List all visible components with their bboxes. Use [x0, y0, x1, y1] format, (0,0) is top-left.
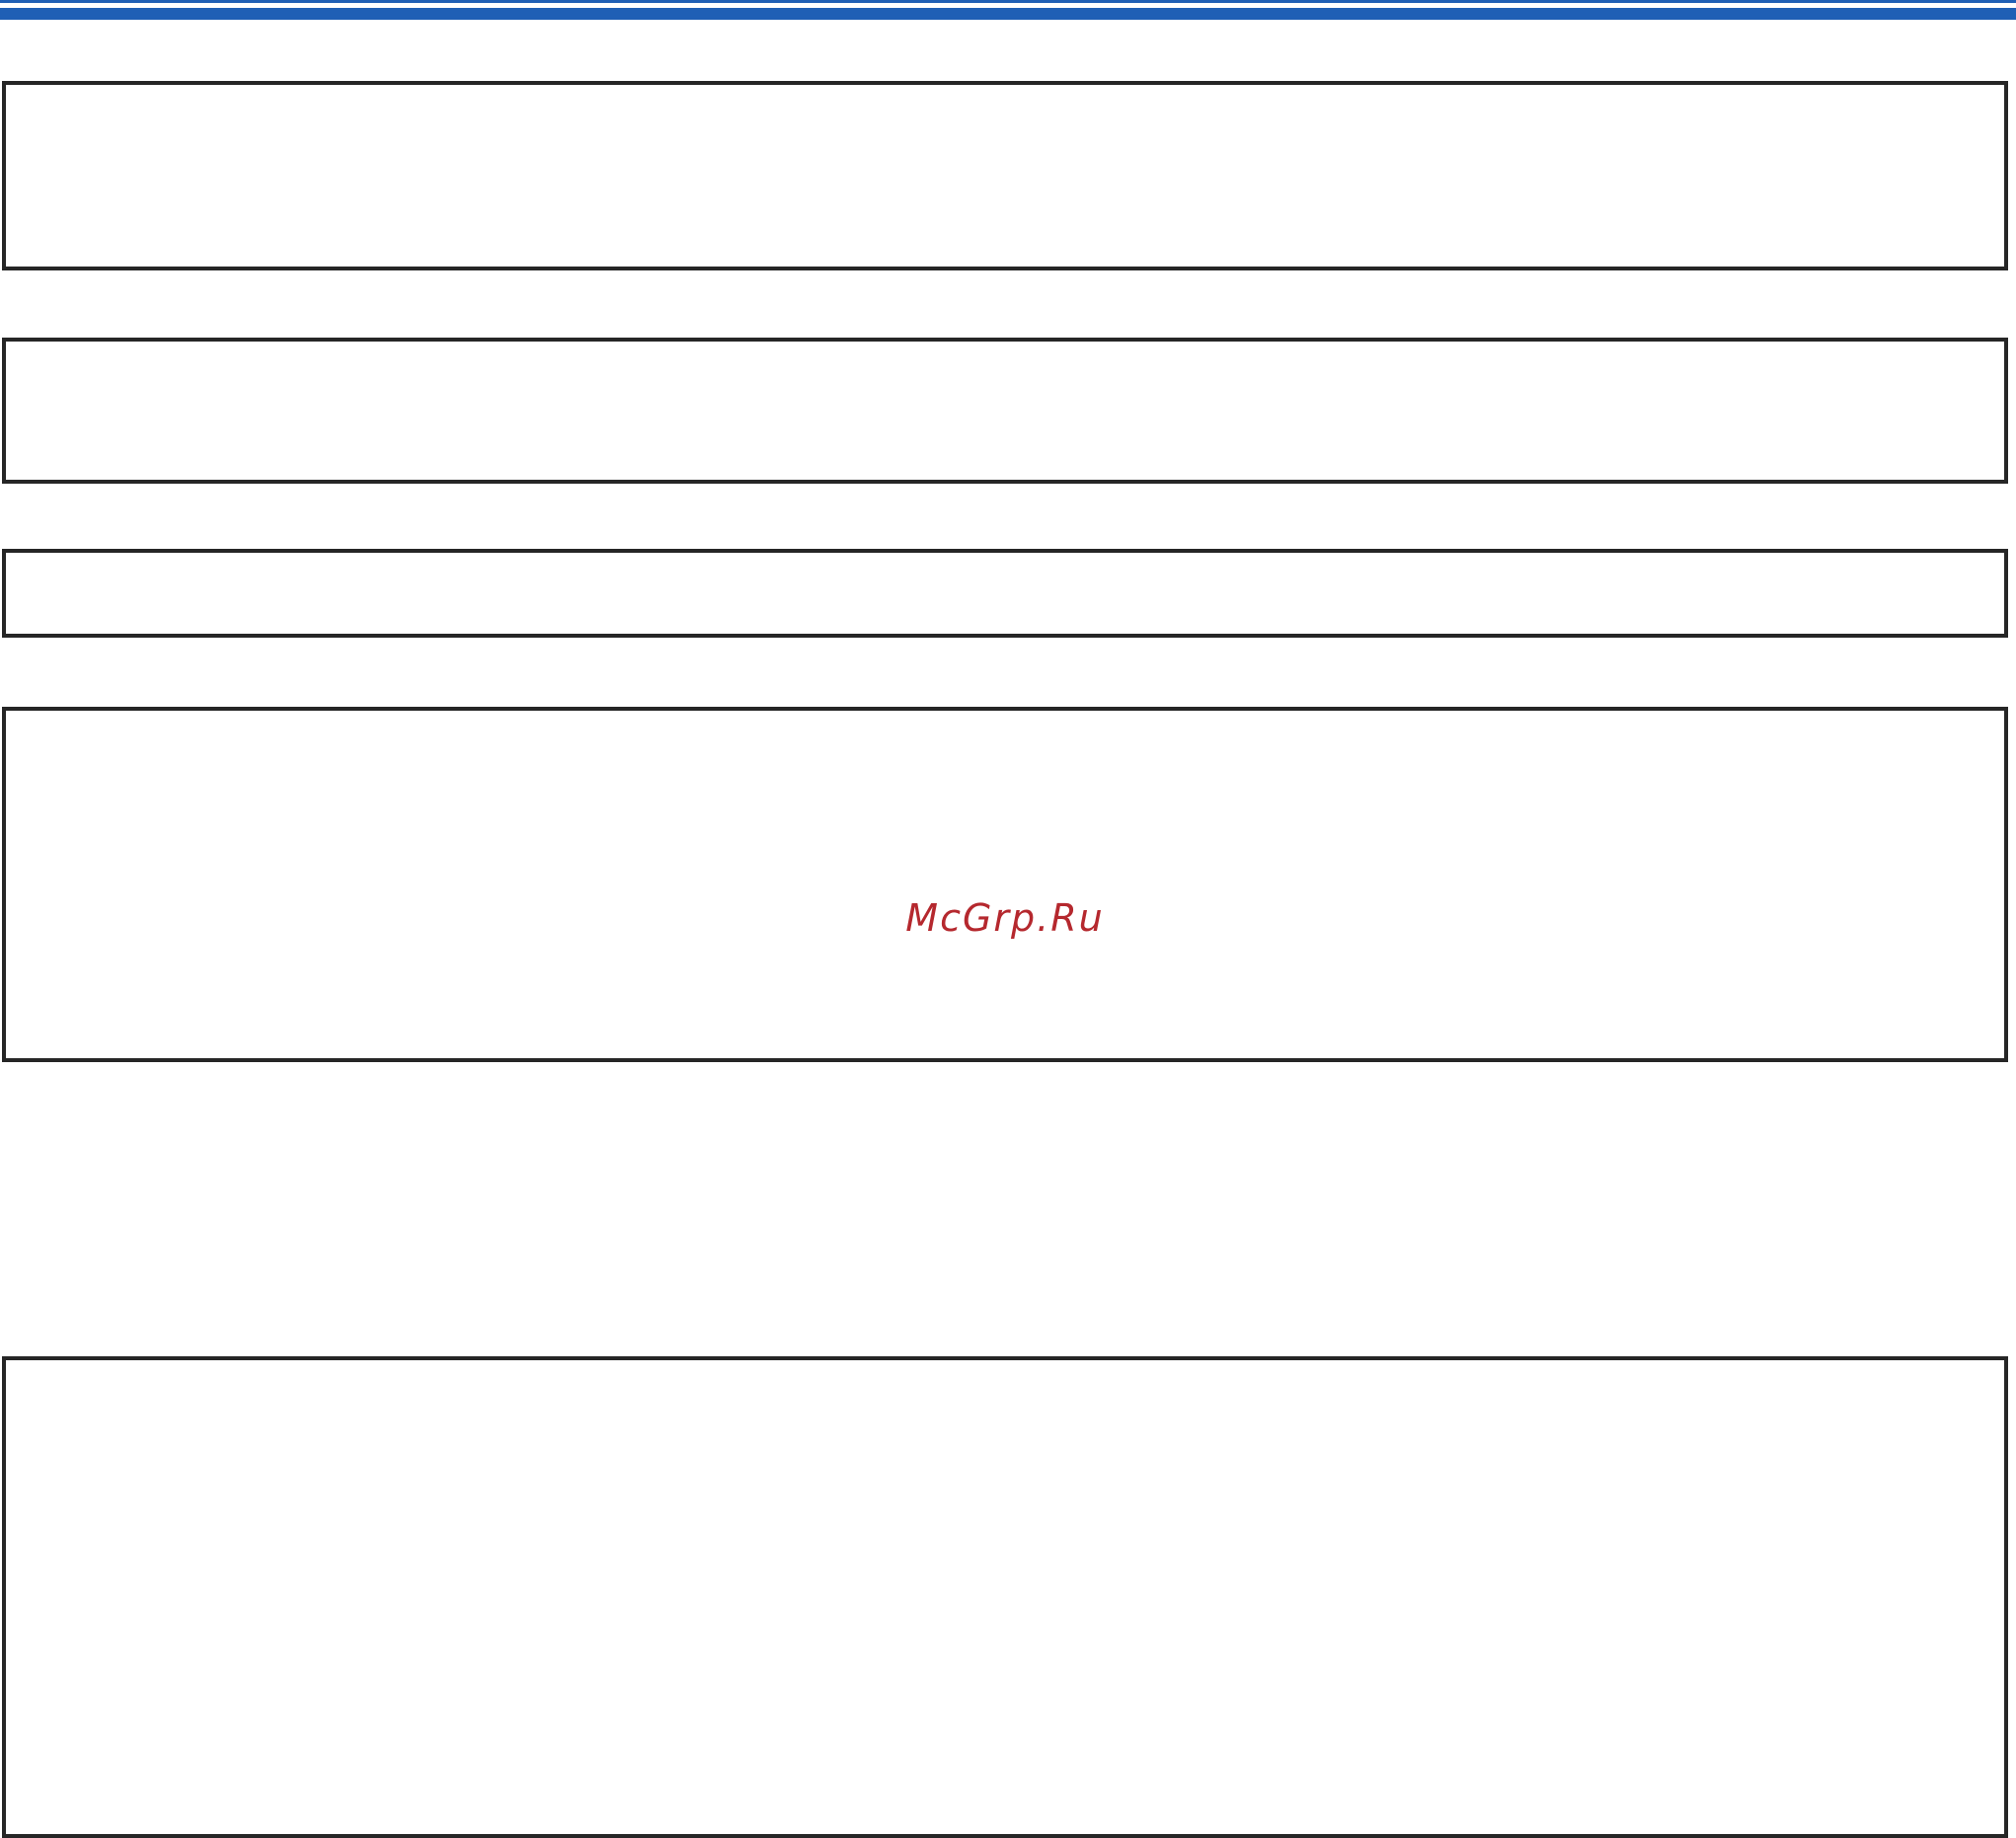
- header-rule-thin: [0, 0, 2016, 3]
- empty-frame-5: [2, 1356, 2008, 1838]
- watermark-text: McGrp.Ru: [905, 896, 1105, 940]
- empty-frame-3: [2, 549, 2008, 638]
- header-rule: [0, 8, 2016, 20]
- empty-frame-2: [2, 338, 2008, 484]
- empty-frame-1: [2, 81, 2008, 270]
- empty-frame-4: McGrp.Ru: [2, 707, 2008, 1062]
